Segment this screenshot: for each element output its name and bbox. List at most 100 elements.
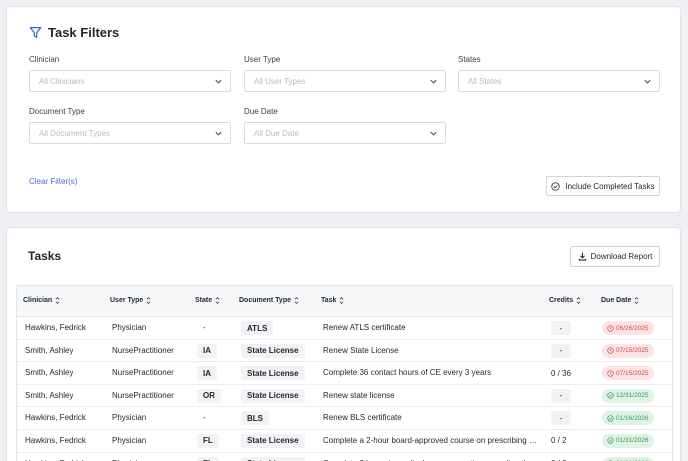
table-row[interactable]: Hawkins, Fedrick Physician FL State License… [17, 430, 672, 453]
document-type-badge: State License [241, 343, 305, 358]
user-type-cell: NursePractitioner [112, 345, 174, 355]
check-circle-icon [607, 392, 614, 399]
table-row[interactable]: Smith, Ashley NursePractitioner IA State Li… [17, 340, 672, 363]
column-header-label: User Type [110, 297, 144, 304]
tasks-title: Tasks [28, 249, 62, 263]
credits-cell: - [551, 388, 571, 403]
column-header-user-type[interactable]: User Type [110, 296, 151, 305]
states-placeholder: All States [468, 76, 502, 86]
clock-icon [607, 324, 614, 332]
column-header-task[interactable]: Task [321, 296, 344, 305]
clinician-select[interactable]: All Clinicians [29, 70, 231, 92]
user-type-cell: NursePractitioner [112, 368, 174, 378]
due-date-select[interactable]: All Due Date [244, 122, 446, 144]
tasks-card: Tasks Download Report Clinician User Type… [6, 227, 681, 461]
sort-icon [634, 297, 639, 304]
due-date-badge: 12/31/2025 [602, 388, 654, 403]
column-header-state[interactable]: State [195, 296, 220, 305]
table-row[interactable]: Smith, Ashley NursePractitioner OR State Li… [17, 385, 672, 408]
document-type-badge: State License [241, 433, 305, 448]
tasks-table: Clinician User Type State Document Type Task… [16, 285, 673, 461]
clinician-cell: Hawkins, Fedrick [25, 413, 86, 423]
clear-filters-link[interactable]: Clear Filter(s) [29, 177, 77, 186]
task-cell: Renew ATLS certificate [323, 323, 406, 332]
check-circle-icon [607, 415, 614, 422]
check-circle-icon [551, 181, 561, 191]
due-date-placeholder: All Due Date [254, 128, 299, 138]
state-badge: FL [197, 433, 219, 448]
sort-icon [340, 297, 344, 304]
sort-icon [55, 297, 60, 304]
due-date-text: 01/16/2026 [616, 414, 649, 422]
document-type-badge: State License [241, 366, 305, 381]
chevron-down-icon [215, 131, 222, 136]
user-type-select[interactable]: All User Types [244, 70, 446, 92]
filters-header: Task Filters [29, 25, 119, 40]
user-type-placeholder: All User Types [254, 76, 306, 86]
sort-icon [294, 297, 299, 304]
credits-cell: - [551, 411, 571, 426]
filters-title: Task Filters [48, 25, 120, 40]
credits-cell: 0 / 2 [551, 436, 567, 446]
due-date-text: 06/26/2025 [616, 324, 649, 332]
filter-icon [29, 27, 42, 38]
document-type-label: Document Type [29, 107, 85, 116]
clinician-placeholder: All Clinicians [39, 76, 85, 86]
credits-cell: 0 / 2 [547, 457, 571, 461]
chevron-down-icon [215, 79, 222, 84]
table-row[interactable]: Hawkins, FedrickPhysicianFLState License… [17, 453, 672, 461]
state-cell: - [203, 413, 206, 423]
sort-icon [215, 297, 220, 304]
task-cell: Renew BLS certificate [323, 413, 402, 423]
task-cell: Renew state license [323, 390, 395, 400]
column-header-label: Clinician [23, 297, 53, 304]
download-report-label: Download Report [590, 252, 653, 261]
user-type-cell: Physician [112, 413, 147, 423]
column-header-due-date[interactable]: Due Date [601, 296, 639, 305]
user-type-cell: Physician [112, 435, 147, 445]
sort-icon [146, 297, 151, 304]
document-type-badge: State License [241, 388, 305, 403]
clock-icon [607, 347, 614, 354]
due-date-label: Due Date [244, 107, 278, 116]
table-row[interactable]: Smith, Ashley NursePractitioner IA State Li… [17, 362, 672, 385]
due-date-text: 07/15/2025 [616, 347, 649, 355]
document-type-placeholder: All Document Types [39, 128, 110, 138]
column-header-label: State [195, 297, 213, 304]
column-header-credits[interactable]: Credits [549, 296, 581, 305]
chevron-down-icon [644, 79, 651, 84]
check-circle-icon [607, 437, 614, 445]
clinician-cell: Smith, Ashley [25, 390, 74, 400]
column-header-label: Credits [549, 297, 574, 304]
credits-cell: - [551, 321, 571, 335]
table-row[interactable]: Hawkins, Fedrick Physician - ATLS Renew ATLS… [17, 317, 672, 340]
states-label: States [458, 55, 481, 64]
clinician-cell: Smith, Ashley [25, 345, 74, 355]
state-badge: OR [197, 388, 221, 403]
clinician-cell: Hawkins, Fedrick [25, 435, 86, 445]
task-filters-card: Task Filters Clinician All Clinicians Us… [6, 6, 681, 213]
table-row[interactable]: Hawkins, Fedrick Physician - BLS Renew BLS c… [17, 407, 672, 430]
due-date-text: 12/31/2025 [616, 392, 649, 400]
user-type-cell: NursePractitioner [112, 390, 174, 400]
document-type-badge: BLS [241, 411, 269, 426]
column-header-label: Document Type [239, 297, 291, 304]
due-date-badge: 07/15/2025 [602, 343, 654, 358]
chevron-down-icon [430, 131, 437, 136]
table-body: Hawkins, Fedrick Physician - ATLS Renew ATLS… [17, 317, 672, 461]
due-date-badge: 07/15/2025 [602, 366, 654, 381]
task-cell: Renew State License [323, 345, 399, 355]
column-header-document-type[interactable]: Document Type [239, 296, 299, 305]
document-type-select[interactable]: All Document Types [29, 122, 231, 144]
credits-cell: - [551, 343, 571, 358]
column-header-label: Task [321, 297, 337, 304]
credits-cell: 0 / 36 [551, 368, 572, 378]
state-badge: IA [197, 343, 217, 358]
download-report-button[interactable]: Download Report [570, 246, 660, 267]
column-header-clinician[interactable]: Clinician [23, 296, 60, 305]
include-completed-button[interactable]: Include Completed Tasks [546, 176, 660, 196]
due-date-badge: 01/16/2026 [602, 411, 654, 426]
table-header: Clinician User Type State Document Type Task… [17, 286, 672, 317]
task-cell: Complete 36 contact hours of CE every 3 … [323, 368, 492, 378]
states-select[interactable]: All States [458, 70, 660, 92]
